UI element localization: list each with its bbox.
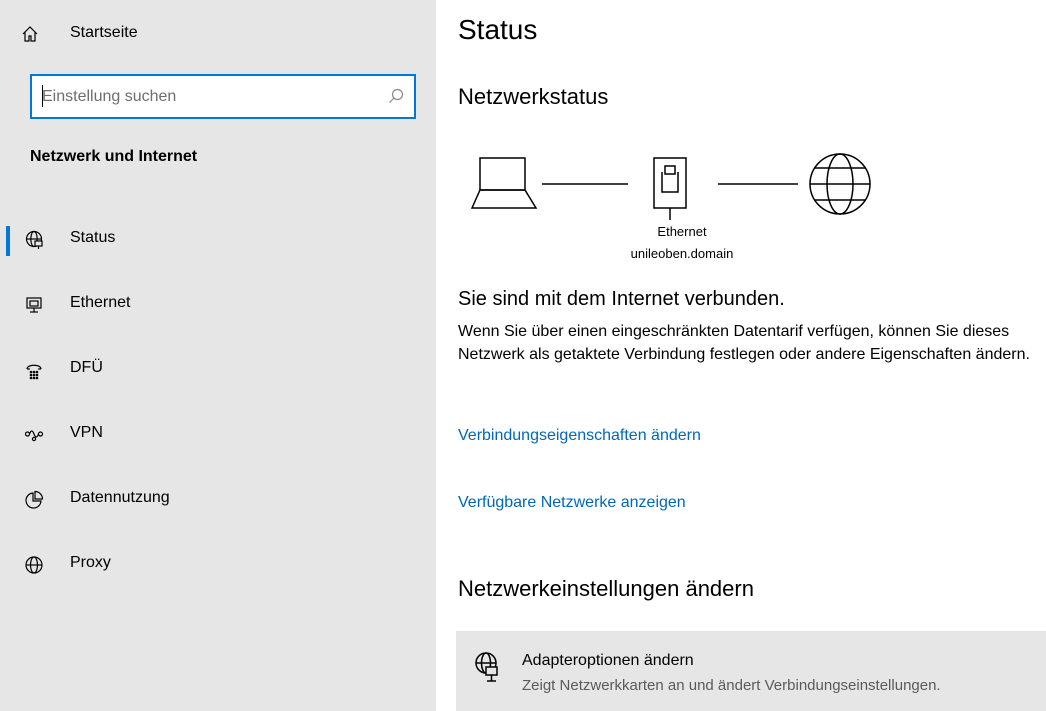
sidebar-item-ethernet[interactable]: Ethernet <box>0 273 436 337</box>
search-box[interactable] <box>30 74 416 119</box>
main-content: Status Netzwerkstatus Ethernet unileoben… <box>436 0 1046 711</box>
globe-network-icon <box>24 230 44 250</box>
sidebar-item-label: Ethernet <box>70 294 131 311</box>
dialup-icon <box>24 360 44 380</box>
adapter-options-title: Adapteroptionen ändern <box>522 652 694 669</box>
sidebar-item-label: Proxy <box>70 554 111 571</box>
search-icon[interactable] <box>388 88 404 104</box>
sidebar-item-label: Datennutzung <box>70 489 170 506</box>
laptop-icon <box>470 157 538 209</box>
sidebar-item-data-usage[interactable]: Datennutzung <box>0 468 436 532</box>
change-connection-properties-link[interactable]: Verbindungseigenschaften ändern <box>458 427 701 445</box>
home-nav-item[interactable]: Startseite <box>0 14 436 54</box>
sidebar-item-label: DFÜ <box>70 359 103 376</box>
globe-icon <box>24 555 44 575</box>
home-label: Startseite <box>70 24 138 41</box>
domain-label: unileoben.domain <box>630 246 734 261</box>
sidebar-item-vpn[interactable]: VPN <box>0 403 436 467</box>
sidebar-item-label: Status <box>70 229 116 246</box>
ethernet-adapter-icon <box>653 157 687 220</box>
selection-indicator <box>6 226 10 256</box>
sidebar-item-dialup[interactable]: DFÜ <box>0 338 436 402</box>
adapter-label: Ethernet <box>657 224 707 239</box>
vpn-icon <box>24 425 44 445</box>
search-input[interactable] <box>32 76 372 117</box>
sidebar-item-label: VPN <box>70 424 103 441</box>
text-caret <box>42 85 43 107</box>
internet-globe-icon <box>809 153 871 215</box>
sidebar-section-title: Netzwerk und Internet <box>30 148 198 165</box>
sidebar-item-status[interactable]: Status <box>0 208 436 272</box>
network-diagram: Ethernet unileoben.domain <box>470 148 890 268</box>
network-adapter-icon <box>474 651 500 685</box>
ethernet-icon <box>24 295 44 315</box>
data-usage-icon <box>24 490 44 510</box>
adapter-options-subtitle: Zeigt Netzwerkkarten an und ändert Verbi… <box>522 677 941 694</box>
settings-window: Startseite Netzwerk und Internet <box>0 0 1046 711</box>
page-title: Status <box>458 14 538 45</box>
sidebar-item-proxy[interactable]: Proxy <box>0 533 436 597</box>
network-status-heading: Netzwerkstatus <box>458 84 609 109</box>
home-icon <box>21 25 39 43</box>
sidebar: Startseite Netzwerk und Internet <box>0 0 436 711</box>
connection-description: Wenn Sie über einen eingeschränkten Date… <box>458 323 1030 363</box>
adapter-options-item[interactable]: Adapteroptionen ändern Zeigt Netzwerkkar… <box>456 631 1046 711</box>
change-network-settings-heading: Netzwerkeinstellungen ändern <box>458 576 754 601</box>
connection-status-text: Sie sind mit dem Internet verbunden. <box>458 288 785 310</box>
show-available-networks-link[interactable]: Verfügbare Netzwerke anzeigen <box>458 494 686 512</box>
